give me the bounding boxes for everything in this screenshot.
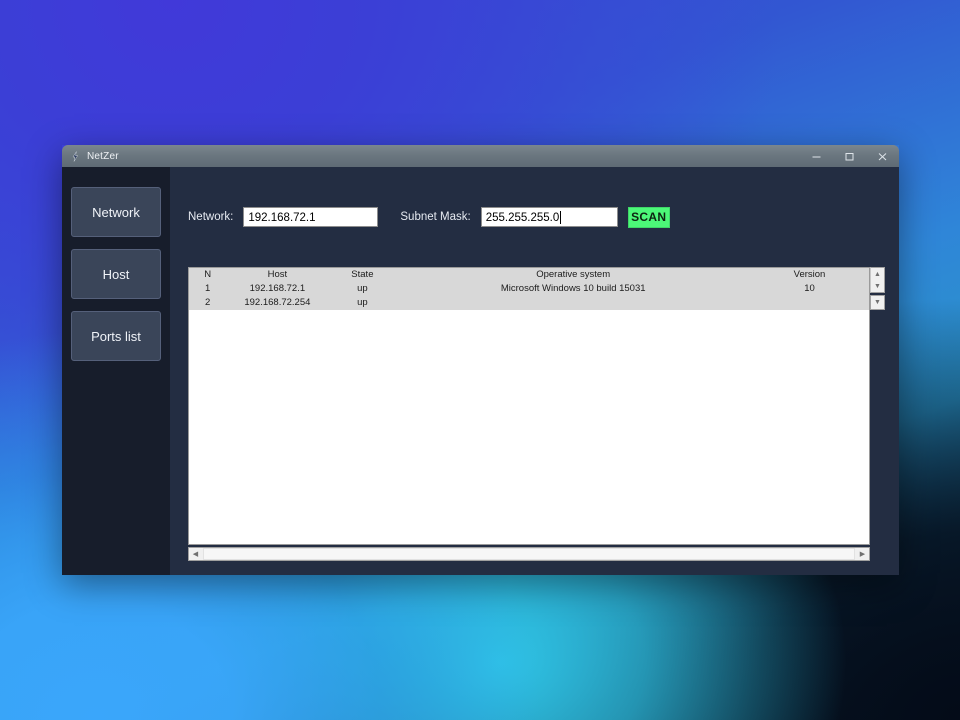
results-table-container: N Host State Operative system Version 1 … — [188, 267, 870, 561]
sidebar-item-label: Network — [92, 204, 140, 220]
scroll-up-arrow-icon[interactable]: ▲ — [871, 268, 884, 280]
sidebar-item-ports-list[interactable]: Ports list — [71, 311, 161, 361]
cell-n: 1 — [205, 283, 211, 294]
sidebar: Network Host Ports list — [62, 167, 170, 575]
scan-form: Network: 192.168.72.1 Subnet Mask: 255.2… — [170, 167, 899, 267]
minimize-button[interactable] — [800, 145, 833, 167]
horizontal-scroll-thumb[interactable] — [203, 548, 855, 560]
results-table: N Host State Operative system Version 1 … — [189, 268, 869, 310]
column-header-operative-system[interactable]: Operative system — [396, 268, 750, 282]
column-header-n[interactable]: N — [189, 268, 226, 282]
sidebar-item-label: Host — [102, 266, 130, 282]
results-area: N Host State Operative system Version 1 … — [188, 267, 885, 561]
desktop-background: NetZer Network Host Ports list Network: … — [0, 0, 960, 720]
cell-state: up — [357, 283, 368, 294]
maximize-button[interactable] — [833, 145, 866, 167]
text-caret — [560, 211, 562, 224]
network-label: Network: — [188, 211, 234, 223]
application-window: NetZer Network Host Ports list Network: … — [62, 145, 899, 575]
column-header-version[interactable]: Version — [750, 268, 869, 282]
network-input[interactable]: 192.168.72.1 — [243, 207, 379, 227]
column-header-host[interactable]: Host — [226, 268, 328, 282]
cell-version — [750, 296, 869, 310]
subnet-mask-input-value: 255.255.255.0 — [485, 211, 560, 224]
cell-state: up — [357, 297, 368, 308]
vertical-scroll-column: ▲ ▼ ▼ — [870, 267, 885, 561]
scroll-right-arrow-icon[interactable]: ▶ — [856, 548, 869, 560]
scan-button-label: SCAN — [631, 210, 667, 224]
scroll-left-arrow-icon[interactable]: ◀ — [189, 548, 202, 560]
cell-host: 192.168.72.1 — [249, 283, 306, 294]
table-row[interactable]: 1 192.168.72.1 up Microsoft Windows 10 b… — [189, 282, 869, 296]
results-table-panel: N Host State Operative system Version 1 … — [188, 267, 870, 545]
table-scroll-row: N Host State Operative system Version 1 … — [188, 267, 870, 545]
cell-operative-system — [396, 296, 750, 310]
subnet-mask-input[interactable]: 255.255.255.0 — [480, 207, 618, 227]
scroll-down-arrow-icon[interactable]: ▼ — [871, 280, 884, 292]
window-titlebar[interactable]: NetZer — [62, 145, 899, 167]
cell-host: 192.168.72.254 — [244, 297, 311, 308]
window-body: Network Host Ports list Network: 192.168… — [62, 167, 899, 575]
cell-operative-system: Microsoft Windows 10 build 15031 — [500, 283, 646, 294]
scan-button[interactable]: SCAN — [627, 206, 670, 228]
subnet-mask-label: Subnet Mask: — [400, 211, 471, 223]
network-input-value: 192.168.72.1 — [248, 211, 316, 224]
sidebar-item-label: Ports list — [91, 328, 141, 344]
window-title: NetZer — [87, 150, 119, 162]
results-table-body: 1 192.168.72.1 up Microsoft Windows 10 b… — [189, 282, 869, 310]
app-lightning-icon — [68, 149, 82, 163]
horizontal-scrollbar[interactable]: ◀ ▶ — [188, 547, 870, 561]
vertical-scrollbar[interactable]: ▲ ▼ — [870, 267, 885, 293]
table-header-row: N Host State Operative system Version — [189, 268, 869, 282]
close-button[interactable] — [866, 145, 899, 167]
results-table-head: N Host State Operative system Version — [189, 268, 869, 282]
cell-n: 2 — [205, 297, 211, 308]
sidebar-item-host[interactable]: Host — [71, 249, 161, 299]
main-content: Network: 192.168.72.1 Subnet Mask: 255.2… — [170, 167, 899, 575]
column-header-state[interactable]: State — [328, 268, 396, 282]
scrollbar-corner[interactable]: ▼ — [870, 295, 885, 310]
cell-version: 10 — [804, 283, 815, 294]
table-row[interactable]: 2 192.168.72.254 up — [189, 296, 869, 310]
sidebar-item-network[interactable]: Network — [71, 187, 161, 237]
